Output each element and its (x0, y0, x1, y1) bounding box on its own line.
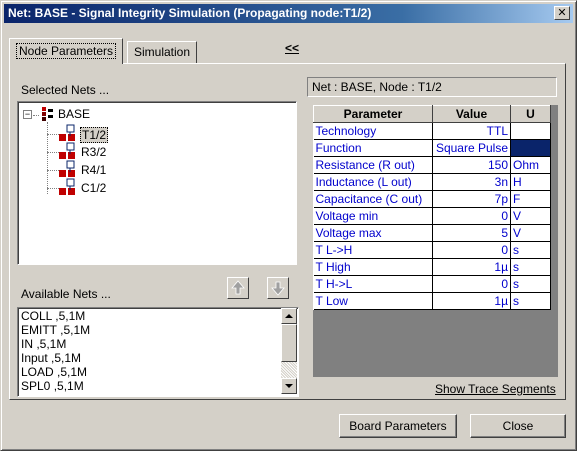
net-root-icon (42, 107, 53, 121)
param-name-cell[interactable]: T High (313, 258, 433, 276)
tree-root-base[interactable]: BASE (58, 107, 90, 121)
scroll-up-button[interactable] (281, 308, 297, 324)
param-unit-cell[interactable]: s (510, 292, 551, 310)
param-unit-cell[interactable]: V (510, 224, 551, 242)
param-name-cell[interactable]: Voltage min (313, 207, 433, 225)
arrow-up-icon (231, 280, 245, 295)
table-row[interactable]: Voltage min 0 V (313, 207, 551, 225)
collapse-toggle-icon[interactable]: − (23, 110, 32, 119)
tree-node-r3-2[interactable]: R3/2 (81, 145, 106, 159)
list-item[interactable]: COLL ,5,1M (21, 309, 85, 323)
param-value-cell[interactable]: 0 (432, 275, 511, 293)
tab-node-parameters[interactable]: Node Parameters (9, 38, 124, 64)
param-value-cell[interactable]: 5 (432, 224, 511, 242)
scroll-thumb[interactable] (281, 324, 297, 362)
list-item[interactable]: EMITT ,5,1M (21, 323, 90, 337)
scroll-down-button[interactable] (281, 378, 297, 394)
param-name-cell[interactable]: Inductance (L out) (313, 173, 433, 191)
close-icon[interactable]: ✕ (554, 6, 570, 20)
param-unit-cell[interactable]: V (510, 207, 551, 225)
table-row[interactable]: T High 1µ s (313, 258, 551, 276)
board-parameters-button[interactable]: Board Parameters (339, 414, 457, 438)
show-trace-segments-link[interactable]: Show Trace Segments (435, 382, 556, 396)
table-row[interactable]: T H->L 0 s (313, 275, 551, 293)
param-value-cell[interactable]: 3n (432, 173, 511, 191)
param-unit-cell[interactable]: s (510, 241, 551, 259)
parameters-grid[interactable]: Parameter Value U Technology TTL Function S… (313, 105, 558, 377)
close-button[interactable]: Close (470, 414, 566, 438)
table-row[interactable]: Inductance (L out) 3n H (313, 173, 551, 191)
param-name-cell[interactable]: T H->L (313, 275, 433, 293)
param-value-cell[interactable]: TTL (432, 122, 511, 140)
selected-nets-tree[interactable]: − BASE T1/2 R3/2 R4/1 C1/2 (17, 101, 297, 265)
list-item[interactable]: Input ,5,1M (21, 351, 81, 365)
param-value-cell[interactable]: 1µ (432, 292, 511, 310)
param-name-cell[interactable]: T Low (313, 292, 433, 310)
tree-connector (33, 115, 39, 116)
move-down-button[interactable] (267, 277, 289, 299)
param-unit-cell[interactable]: s (510, 258, 551, 276)
node-pin-icon (59, 178, 75, 195)
title-bar: Net: BASE - Signal Integrity Simulation … (4, 4, 573, 23)
table-row[interactable]: Resistance (R out) 150 Ohm (313, 156, 551, 174)
node-info-field: Net : BASE, Node : T1/2 (307, 77, 557, 97)
table-row[interactable]: Technology TTL (313, 122, 551, 140)
column-header-value[interactable]: Value (432, 105, 511, 123)
param-value-cell[interactable]: 150 (432, 156, 511, 174)
list-item[interactable]: LOAD ,5,1M (21, 365, 87, 379)
table-row[interactable]: Voltage max 5 V (313, 224, 551, 242)
tree-connector (47, 122, 48, 194)
node-pin-icon (59, 124, 75, 141)
parameters-table[interactable]: Parameter Value U Technology TTL Function S… (313, 105, 551, 310)
param-name-cell[interactable]: Technology (313, 122, 433, 140)
param-unit-cell[interactable]: F (510, 190, 551, 208)
param-value-cell[interactable]: 0 (432, 241, 511, 259)
tree-node-r4-1[interactable]: R4/1 (81, 163, 106, 177)
param-unit-cell[interactable] (510, 139, 551, 157)
scroll-down-arrow-icon (285, 384, 293, 388)
available-nets-label: Available Nets ... (21, 287, 111, 301)
tree-node-t1-2[interactable]: T1/2 (80, 127, 109, 143)
node-pin-icon (59, 142, 75, 159)
param-value-cell[interactable]: 1µ (432, 258, 511, 276)
param-unit-cell[interactable] (510, 122, 551, 140)
available-nets-list[interactable]: COLL ,5,1M EMITT ,5,1M IN ,5,1M Input ,5… (17, 307, 299, 397)
table-row[interactable]: Function Square Pulse (313, 139, 551, 157)
move-up-button[interactable] (227, 277, 249, 299)
table-row[interactable]: Capacitance (C out) 7p F (313, 190, 551, 208)
list-item[interactable]: SPL0 ,5,1M (21, 379, 84, 393)
param-name-cell[interactable]: Capacitance (C out) (313, 190, 433, 208)
node-pin-icon (59, 160, 75, 177)
param-name-cell[interactable]: T L->H (313, 241, 433, 259)
column-header-parameter[interactable]: Parameter (313, 105, 433, 123)
window-title: Net: BASE - Signal Integrity Simulation … (8, 6, 372, 20)
tab-simulation-label: Simulation (134, 45, 191, 59)
tab-node-parameters-label: Node Parameters (16, 43, 117, 59)
arrow-down-icon (271, 281, 285, 296)
param-value-cell[interactable]: 7p (432, 190, 511, 208)
param-value-cell[interactable]: Square Pulse (432, 139, 511, 157)
column-header-unit[interactable]: U (510, 105, 551, 123)
param-unit-cell[interactable]: H (510, 173, 551, 191)
param-value-cell[interactable]: 0 (432, 207, 511, 225)
available-nets-scrollbar[interactable] (281, 308, 297, 394)
table-row[interactable]: T Low 1µ s (313, 292, 551, 310)
scroll-up-arrow-icon (285, 314, 293, 318)
tab-simulation[interactable]: Simulation (127, 41, 198, 63)
collapse-panel-link[interactable]: << (285, 41, 299, 55)
dialog-window: Net: BASE - Signal Integrity Simulation … (0, 0, 577, 451)
selected-nets-label: Selected Nets ... (21, 83, 110, 97)
param-unit-cell[interactable]: Ohm (510, 156, 551, 174)
param-unit-cell[interactable]: s (510, 275, 551, 293)
param-name-cell[interactable]: Function (313, 139, 433, 157)
tree-node-c1-2[interactable]: C1/2 (81, 181, 106, 195)
list-item[interactable]: IN ,5,1M (21, 337, 66, 351)
param-name-cell[interactable]: Resistance (R out) (313, 156, 433, 174)
table-row[interactable]: T L->H 0 s (313, 241, 551, 259)
param-name-cell[interactable]: Voltage max (313, 224, 433, 242)
